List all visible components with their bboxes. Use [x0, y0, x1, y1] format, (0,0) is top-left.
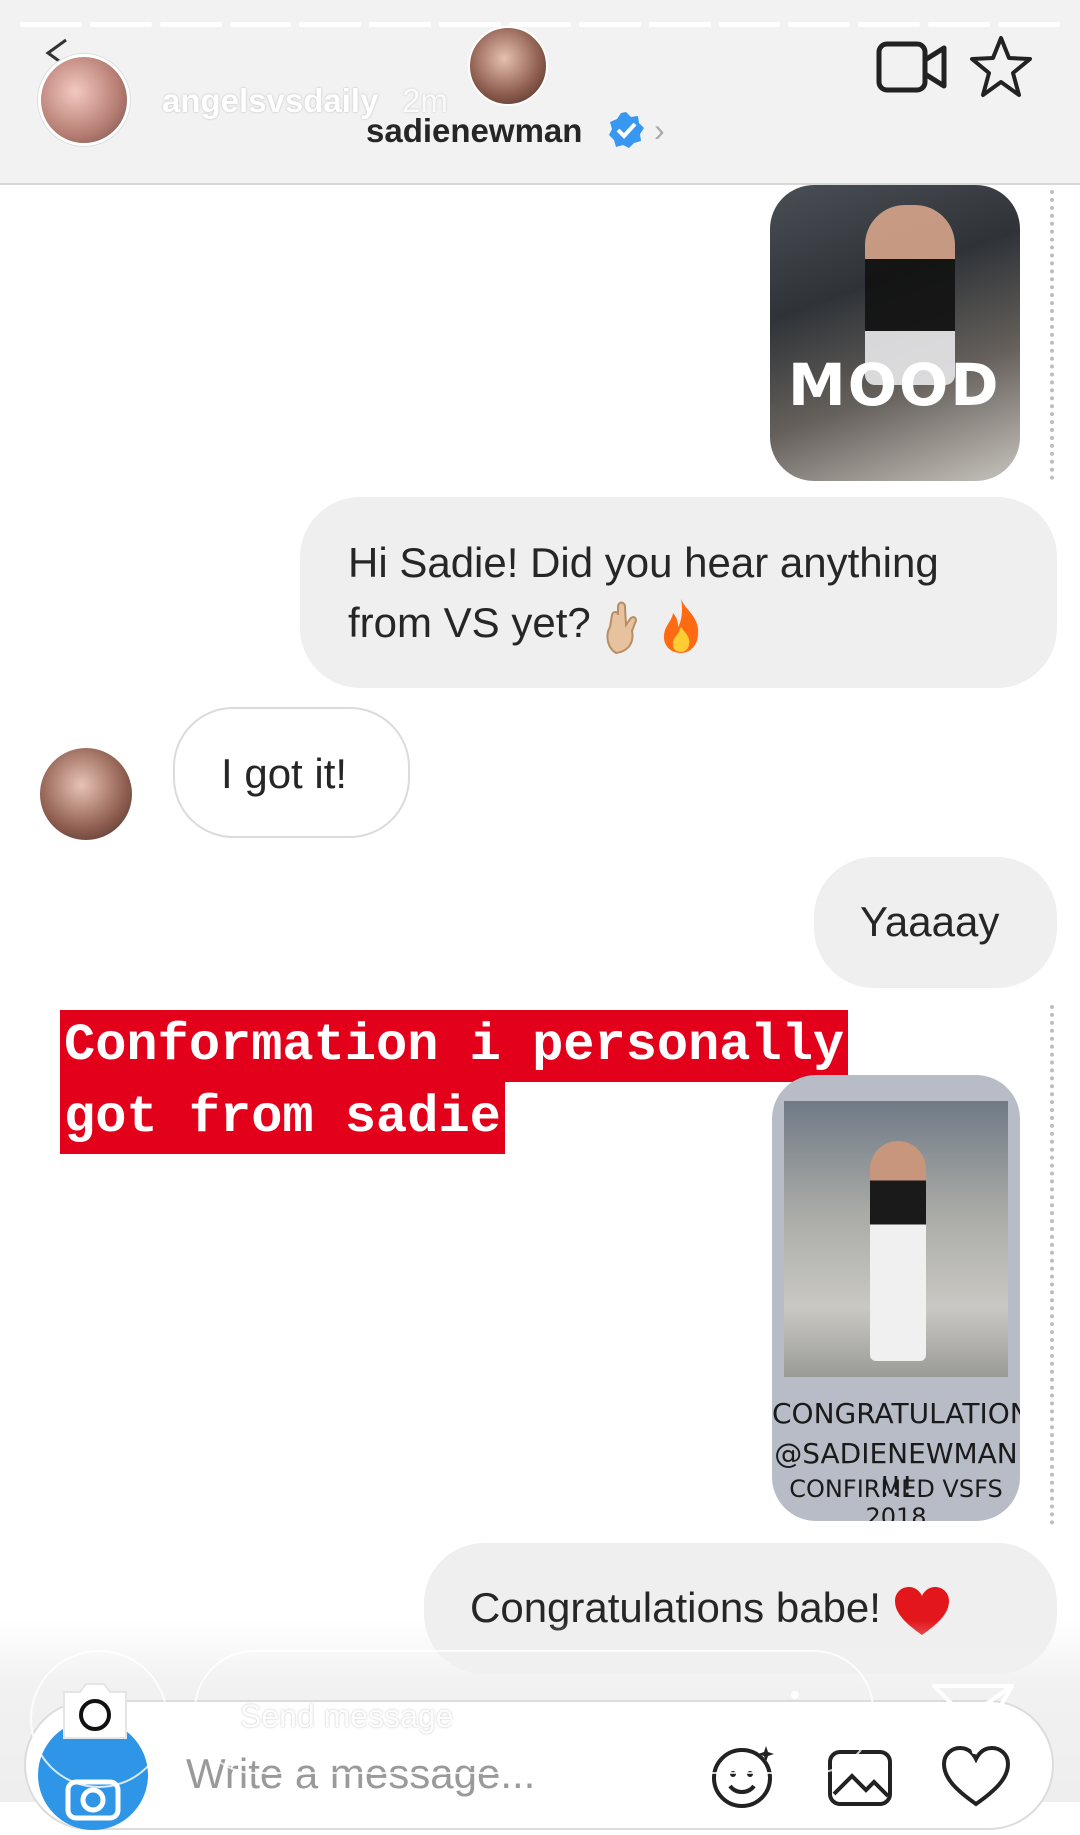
story-reply-placeholder: Send message	[240, 1698, 454, 1734]
sender-avatar[interactable]	[40, 748, 132, 840]
fire-emoji-icon	[664, 598, 699, 653]
shared-post-image[interactable]: MOOD	[770, 185, 1020, 481]
post-overlay-text: MOOD	[788, 351, 1001, 419]
shared-story-text: CONFIRMED VSFS 2018	[789, 1475, 1003, 1521]
reply-thread-line	[1050, 1005, 1058, 1525]
progress-segment	[89, 22, 152, 27]
dm-contact-name[interactable]: sadienewman	[366, 112, 582, 150]
video-call-icon[interactable]	[876, 38, 948, 96]
story-caption: Conformation i personally got from sadie	[60, 1010, 849, 1154]
shared-story-card[interactable]: CONGRATULATIONS @SADIENEWMAN !!! CONFIRM…	[772, 1075, 1020, 1521]
story-progress-bar	[20, 22, 1060, 27]
progress-segment	[439, 22, 502, 27]
progress-segment	[718, 22, 781, 27]
message-text: I got it!	[221, 750, 348, 797]
shared-story-photo	[784, 1101, 1008, 1377]
progress-segment	[648, 22, 711, 27]
story-username[interactable]: angelsvsdaily	[162, 82, 378, 120]
caption-line: got from sadie	[60, 1082, 505, 1154]
story-author-avatar[interactable]	[38, 54, 130, 146]
outgoing-message[interactable]: Yaaaay	[814, 857, 1057, 988]
progress-segment	[858, 22, 921, 27]
direct-send-icon[interactable]	[930, 1680, 1016, 1756]
progress-segment	[509, 22, 571, 27]
photo-figure	[870, 1141, 926, 1361]
crossed-fingers-emoji-icon	[606, 601, 638, 654]
outgoing-message[interactable]: Hi Sadie! Did you hear anything from VS …	[300, 497, 1057, 688]
progress-segment	[20, 22, 82, 27]
caption-line: Conformation i personally	[60, 1010, 849, 1082]
progress-segment	[928, 22, 991, 27]
progress-segment	[578, 22, 641, 27]
progress-segment	[369, 22, 432, 27]
shared-story-text: CONGRATULATIONS	[772, 1397, 1020, 1430]
dm-contact-avatar[interactable]	[468, 26, 548, 106]
progress-segment	[788, 22, 851, 27]
message-text: Yaaaay	[860, 898, 1000, 945]
more-options-icon[interactable]	[790, 1690, 800, 1736]
incoming-message[interactable]: I got it!	[173, 707, 410, 838]
progress-segment	[299, 22, 362, 27]
star-icon[interactable]	[968, 34, 1034, 100]
progress-segment	[159, 22, 222, 27]
progress-segment	[229, 22, 292, 27]
chevron-right-icon[interactable]: ›	[654, 112, 665, 149]
verified-badge-icon	[609, 112, 644, 148]
story-camera-icon[interactable]	[58, 1678, 132, 1744]
reply-thread-line	[1050, 190, 1058, 480]
progress-segment	[998, 22, 1060, 27]
